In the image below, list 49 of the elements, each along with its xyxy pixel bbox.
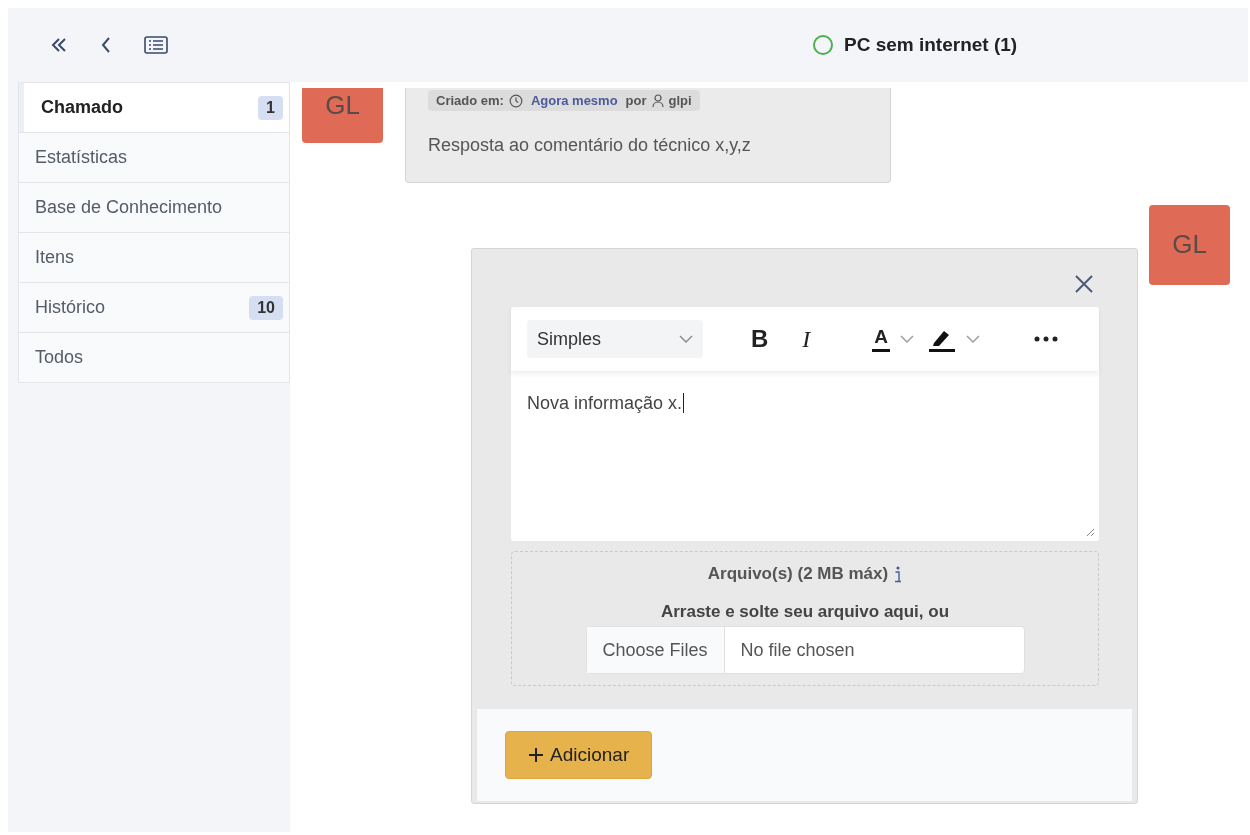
resize-grip-icon[interactable] xyxy=(1085,527,1095,537)
time-link[interactable]: Agora mesmo xyxy=(530,93,618,108)
file-field[interactable]: Choose Files No file chosen xyxy=(585,626,1025,674)
drop-hint: Arraste e solte seu arquivo aqui, ou xyxy=(660,602,950,622)
tab-label: Base de Conhecimento xyxy=(35,197,223,218)
close-icon xyxy=(1074,274,1094,294)
info-icon[interactable] xyxy=(894,565,903,583)
choose-files-button[interactable]: Choose Files xyxy=(586,627,725,673)
editor-text[interactable]: Nova informação x. xyxy=(527,393,685,413)
file-drop-zone[interactable]: Arquivo(s) (2 MB máx) Arraste e solte seu arquivo aqui, ou Choose Files No file chosen xyxy=(511,551,1099,686)
tab-label: Chamado xyxy=(41,97,123,118)
add-button[interactable]: Adicionar xyxy=(505,731,653,779)
caret-icon[interactable] xyxy=(900,335,915,343)
sidebar-tab[interactable]: Todos xyxy=(19,332,289,382)
count-badge: 1 xyxy=(258,95,283,120)
plus-icon xyxy=(528,747,544,763)
format-dropdown[interactable]: Simples xyxy=(527,320,703,358)
tab-label: Histórico xyxy=(35,297,105,318)
count-badge: 10 xyxy=(249,295,283,320)
sidebar-tab[interactable]: Base de Conhecimento xyxy=(19,182,289,232)
by-label: por xyxy=(625,93,647,108)
double-chevron-icon xyxy=(50,37,68,53)
user-icon xyxy=(651,93,664,108)
text-color-button[interactable]: A xyxy=(872,326,891,352)
bold-button[interactable]: B xyxy=(747,323,773,355)
comment-text: Resposta ao comentário do técnico x,y,z xyxy=(428,135,752,156)
tab-label: Itens xyxy=(35,247,75,268)
user-avatar: GL xyxy=(302,88,383,143)
italic-button[interactable]: I xyxy=(798,323,815,355)
sidebar-tab[interactable]: Estatísticas xyxy=(19,132,289,182)
tab-label: Estatísticas xyxy=(35,147,128,168)
clock-icon xyxy=(508,93,523,108)
sidebar-tab[interactable]: Itens xyxy=(19,232,289,282)
sidebar-tab[interactable]: Histórico 10 xyxy=(19,282,289,332)
list-icon xyxy=(144,36,168,54)
sidebar-tab[interactable]: Chamado 1 xyxy=(19,82,289,132)
attachments-label: Arquivo(s) (2 MB máx) xyxy=(707,564,889,584)
chevron-left-icon xyxy=(100,36,112,54)
tab-label: Todos xyxy=(35,347,84,368)
author-name: glpi xyxy=(668,93,692,108)
created-label: Criado em: xyxy=(436,93,504,108)
caret-icon[interactable] xyxy=(966,335,981,343)
ticket-title: PC sem internet (1) xyxy=(844,34,1018,56)
close-button[interactable] xyxy=(1073,273,1095,295)
user-avatar: GL xyxy=(1149,205,1230,285)
caret-icon xyxy=(679,335,693,343)
more-icon[interactable] xyxy=(1034,336,1059,342)
status-circle-icon xyxy=(812,34,834,56)
file-status: No file chosen xyxy=(740,639,855,661)
